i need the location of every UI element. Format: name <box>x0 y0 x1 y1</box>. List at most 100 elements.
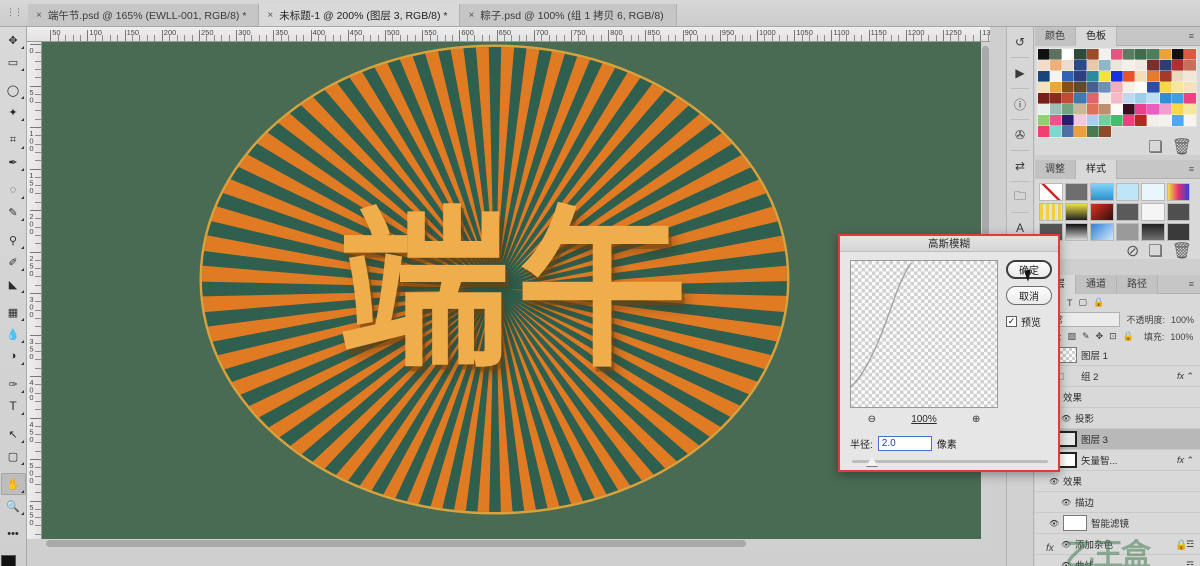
radius-slider-knob[interactable] <box>866 457 878 466</box>
layer-row[interactable]: 👁 效果 <box>1035 471 1200 492</box>
layer-visibility-icon[interactable]: 👁 <box>1061 540 1071 549</box>
color-swatch[interactable] <box>1158 59 1173 72</box>
color-swatch[interactable] <box>1182 103 1197 116</box>
color-swatch[interactable] <box>1085 48 1100 61</box>
path-selection-tool[interactable]: ↖ <box>1 423 26 445</box>
zoom-tool[interactable]: 🔍 <box>1 495 26 517</box>
crop-tool[interactable]: ⌗ <box>1 129 26 151</box>
color-swatch[interactable] <box>1170 92 1185 105</box>
layer-effects-icon[interactable]: fx ⌃ <box>1177 455 1200 466</box>
color-swatch[interactable] <box>1146 70 1161 83</box>
color-swatch[interactable] <box>1109 48 1125 61</box>
rectangle-tool[interactable]: ▢ <box>1 445 26 467</box>
delete-swatch-icon[interactable]: 🗑 <box>1172 137 1192 157</box>
history-panel-icon[interactable]: ↺ <box>1007 30 1033 54</box>
color-swatch[interactable] <box>1036 59 1052 72</box>
color-swatch[interactable] <box>1097 103 1112 116</box>
style-preset[interactable] <box>1141 183 1165 201</box>
color-swatch[interactable] <box>1085 70 1100 83</box>
brush-tool[interactable]: ✎ <box>1 201 26 223</box>
color-swatch[interactable] <box>1158 103 1173 116</box>
color-swatch[interactable] <box>1122 92 1137 105</box>
color-swatch[interactable] <box>1170 103 1185 116</box>
color-swatch[interactable] <box>1158 114 1173 127</box>
style-preset[interactable] <box>1166 203 1190 221</box>
new-swatch-icon[interactable]: ❏ <box>1148 137 1162 157</box>
color-swatch[interactable] <box>1170 70 1185 83</box>
color-swatch[interactable] <box>1049 125 1064 138</box>
eyedropper-tool[interactable]: ✒ <box>1 151 26 173</box>
layer-visibility-icon[interactable]: 👁 <box>1049 477 1059 486</box>
lock-artboard-icon[interactable]: ⊡ <box>1109 331 1117 342</box>
color-swatch[interactable] <box>1134 81 1149 94</box>
dodge-tool[interactable]: ◑ <box>1 345 26 367</box>
layer-fx-icon[interactable]: fx <box>1046 543 1054 554</box>
color-swatch[interactable] <box>1122 103 1137 116</box>
style-preset[interactable] <box>1115 223 1139 241</box>
info-panel-icon[interactable]: ⓘ <box>1007 92 1033 116</box>
color-swatch[interactable] <box>1097 92 1112 105</box>
color-swatch[interactable] <box>1158 92 1173 105</box>
healing-brush-tool[interactable]: ◌ <box>1 179 26 201</box>
lasso-tool[interactable]: ◯ <box>1 79 26 101</box>
layer-row[interactable]: 👁 描边 <box>1035 492 1200 513</box>
tab-bar-grip[interactable]: ⋮⋮ <box>0 0 28 26</box>
color-swatch[interactable] <box>1073 59 1088 72</box>
more-tools[interactable]: ••• <box>1 523 26 545</box>
color-swatch[interactable] <box>1061 114 1076 127</box>
filter-smartobject-icon[interactable]: 🔒 <box>1093 297 1104 308</box>
marquee-tool[interactable]: ▭ <box>1 51 26 73</box>
color-swatch[interactable] <box>1170 114 1185 127</box>
color-swatch[interactable] <box>1170 48 1185 61</box>
color-swatch[interactable] <box>1049 59 1064 72</box>
style-preset[interactable] <box>1115 183 1139 201</box>
color-swatch[interactable] <box>1097 48 1112 61</box>
color-swatch[interactable] <box>1146 48 1161 61</box>
color-swatch[interactable] <box>1097 114 1112 127</box>
style-preset[interactable] <box>1115 203 1139 221</box>
preview-checkbox[interactable]: ✓ <box>1006 316 1017 327</box>
tool-presets-icon[interactable]: ✇ <box>1007 123 1033 147</box>
tab-styles[interactable]: 样式 <box>1076 160 1117 179</box>
blur-tool[interactable]: 💧 <box>1 323 26 345</box>
panel-menu-icon[interactable]: ≡ <box>1189 31 1195 41</box>
lock-image-icon[interactable]: ✎ <box>1082 331 1090 342</box>
color-swatch[interactable] <box>1049 48 1064 61</box>
layer-visibility-icon[interactable]: 👁 <box>1061 498 1071 507</box>
color-swatch[interactable] <box>1122 59 1137 72</box>
color-swatch[interactable] <box>1134 59 1149 72</box>
style-preset[interactable] <box>1141 223 1165 241</box>
clone-stamp-tool[interactable]: ⚲ <box>1 229 26 251</box>
gradient-tool[interactable]: ▦ <box>1 301 26 323</box>
color-swatch[interactable] <box>1049 70 1064 83</box>
panel-menu-icon[interactable]: ≡ <box>1189 164 1195 174</box>
color-swatch[interactable] <box>1109 92 1125 105</box>
color-swatch[interactable] <box>1049 81 1064 94</box>
color-swatch[interactable] <box>1170 59 1185 72</box>
color-swatch[interactable] <box>1073 103 1088 116</box>
style-preset[interactable] <box>1064 183 1088 201</box>
properties-panel-icon[interactable]: ⇄ <box>1007 154 1033 178</box>
color-swatches[interactable] <box>0 555 26 566</box>
color-swatch[interactable] <box>1134 92 1149 105</box>
color-swatch[interactable] <box>1122 70 1137 83</box>
tab-channels[interactable]: 通道 <box>1076 275 1117 294</box>
layer-effects-icon[interactable]: ☲ <box>1186 539 1200 550</box>
color-swatch[interactable] <box>1061 92 1076 105</box>
lock-transparent-icon[interactable]: ▨ <box>1068 331 1077 342</box>
style-preset[interactable] <box>1064 223 1088 241</box>
color-swatch[interactable] <box>1134 48 1149 61</box>
canvas-horizontal-scrollbar[interactable] <box>42 539 990 549</box>
color-swatch[interactable] <box>1182 59 1197 72</box>
lock-position-icon[interactable]: ✥ <box>1096 331 1104 342</box>
style-preset[interactable] <box>1064 203 1088 221</box>
layer-row[interactable]: 👁 智能滤镜 <box>1035 513 1200 534</box>
style-preset[interactable] <box>1039 183 1063 201</box>
color-swatch[interactable] <box>1122 114 1137 127</box>
color-swatch[interactable] <box>1146 81 1161 94</box>
filter-type-icon[interactable]: T <box>1067 298 1073 308</box>
document-tab-3[interactable]: × 粽子.psd @ 100% (组 1 拷贝 6, RGB/8) <box>460 4 677 26</box>
color-swatch[interactable] <box>1097 70 1112 83</box>
color-swatch[interactable] <box>1036 103 1052 116</box>
color-swatch[interactable] <box>1061 103 1076 116</box>
